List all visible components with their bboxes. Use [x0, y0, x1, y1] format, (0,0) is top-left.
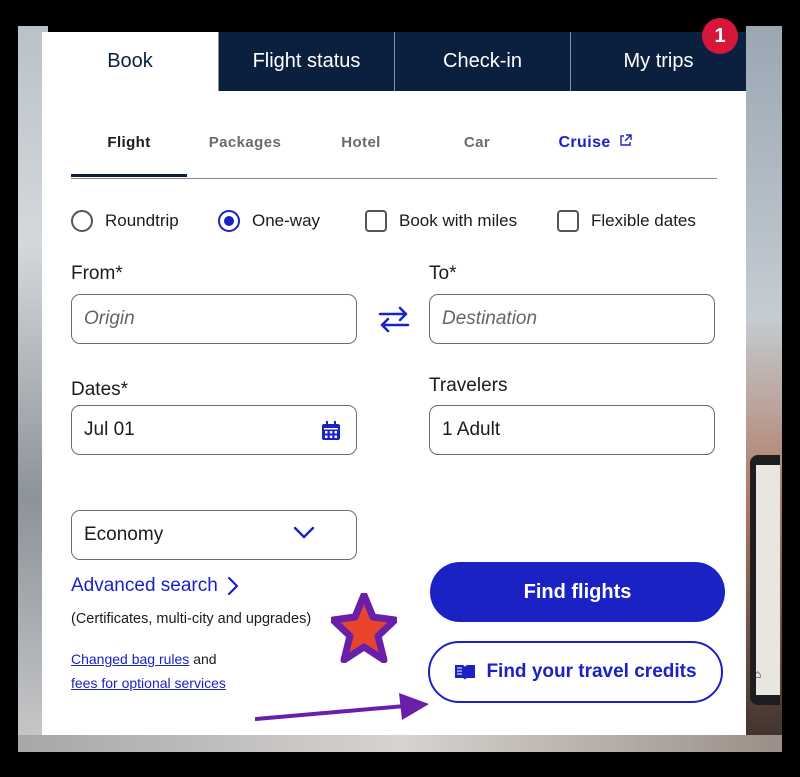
annotation-arrow-icon	[255, 693, 429, 721]
tab-flight-status[interactable]: Flight status	[218, 32, 394, 91]
chevron-down-icon	[293, 526, 315, 539]
dates-label: Dates*	[71, 379, 129, 400]
book-icon	[455, 665, 476, 680]
cabin-value: Economy	[84, 524, 164, 545]
tab-book[interactable]: Book	[42, 32, 218, 91]
travelers-field[interactable]: 1 Adult	[429, 405, 715, 455]
main-tabs: Book Flight status Check-in My trips	[42, 32, 746, 91]
calendar-icon[interactable]	[320, 420, 342, 442]
oneway-label: One-way	[252, 211, 321, 230]
find-flights-label: Find flights	[523, 580, 632, 603]
background-bottom	[18, 735, 782, 752]
chevron-right-icon	[227, 576, 238, 596]
roundtrip-radio[interactable]	[71, 210, 93, 232]
and-text: and	[193, 651, 217, 667]
flexible-dates-checkbox[interactable]	[557, 210, 579, 232]
flexible-dates-label: Flexible dates	[591, 211, 696, 230]
roundtrip-label: Roundtrip	[105, 211, 179, 230]
subtab-packages[interactable]: Packages	[187, 134, 303, 151]
changed-bag-rules-link[interactable]: Changed bag rules	[71, 651, 189, 667]
oneway-option[interactable]: One-way	[218, 210, 320, 232]
roundtrip-option[interactable]: Roundtrip	[71, 210, 179, 232]
active-subtab-indicator	[71, 174, 187, 177]
home-icon: ⌂	[754, 667, 762, 681]
advanced-search-label: Advanced search	[71, 575, 218, 596]
phone-screen	[756, 465, 780, 695]
oneway-radio[interactable]	[218, 210, 240, 232]
subtab-cruise-label: Cruise	[558, 134, 611, 151]
subtab-flight[interactable]: Flight	[71, 134, 187, 151]
notification-badge: 1	[702, 18, 738, 54]
tab-check-in[interactable]: Check-in	[394, 32, 570, 91]
external-link-icon	[619, 134, 632, 146]
advanced-search-note: (Certificates, multi-city and upgrades)	[71, 611, 312, 627]
subtab-car[interactable]: Car	[419, 134, 535, 151]
book-with-miles-label: Book with miles	[399, 211, 518, 230]
find-travel-credits-button[interactable]: Find your travel credits	[428, 641, 723, 703]
book-with-miles-checkbox[interactable]	[365, 210, 387, 232]
book-with-miles-option[interactable]: Book with miles	[365, 210, 517, 232]
booking-widget: Book Flight status Check-in My trips 1 F…	[42, 18, 746, 735]
annotation-star-icon	[331, 593, 397, 663]
phone-image: ⌂	[750, 455, 780, 705]
dates-field[interactable]: Jul 01	[71, 405, 357, 455]
flexible-dates-option[interactable]: Flexible dates	[557, 210, 696, 232]
from-label: From*	[71, 263, 123, 284]
travelers-label: Travelers	[429, 375, 508, 396]
to-label: To*	[429, 263, 457, 284]
booking-type-tabs: Flight Packages Hotel Car Cruise	[71, 118, 717, 179]
dates-value: Jul 01	[84, 419, 135, 440]
find-travel-credits-label: Find your travel credits	[486, 661, 697, 682]
destination-input[interactable]	[429, 294, 715, 344]
subtab-cruise[interactable]: Cruise	[537, 134, 653, 152]
swap-arrows-icon[interactable]	[376, 304, 412, 334]
advanced-search-link[interactable]: Advanced search	[71, 575, 240, 597]
bag-rules-text: Changed bag rules and fees for optional …	[71, 647, 226, 695]
travelers-value: 1 Adult	[442, 419, 501, 440]
find-flights-button[interactable]: Find flights	[430, 562, 725, 622]
origin-input[interactable]	[71, 294, 357, 344]
subtab-hotel[interactable]: Hotel	[303, 134, 419, 151]
optional-fees-link[interactable]: fees for optional services	[71, 675, 226, 691]
